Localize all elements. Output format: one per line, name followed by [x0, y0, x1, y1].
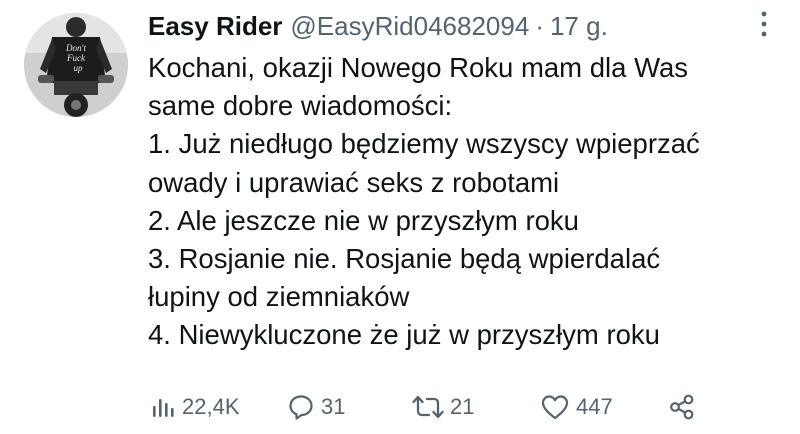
- like-count: 447: [576, 394, 613, 419]
- heart-icon: [541, 395, 569, 420]
- tweet-text-line: same dobre wiadomości:: [148, 90, 453, 122]
- tweet-text-line: 2. Ale jeszcze nie w przyszłym roku: [148, 204, 579, 236]
- reply-button[interactable]: 31: [287, 392, 345, 422]
- tweet-text-line: owady i uprawiać seks z robotami: [148, 166, 560, 198]
- reply-count: 31: [321, 394, 346, 419]
- like-button[interactable]: 447: [540, 392, 613, 422]
- tweet-text-line: Kochani, okazji Nowego Roku mam dla Was: [148, 52, 689, 83]
- views-button[interactable]: 22,4K: [150, 392, 240, 422]
- more-options-button[interactable]: [752, 10, 776, 38]
- svg-text:Don't: Don't: [65, 43, 86, 53]
- tweet: Don't Fuck up Easy Rider @EasyRid0468209…: [0, 0, 800, 434]
- more-vertical-icon: [761, 11, 767, 37]
- avatar-image: Don't Fuck up: [24, 13, 128, 117]
- views-count: 22,4K: [182, 394, 240, 419]
- tweet-text-line: 4. Niewykluczone że już w przyszłym roku: [148, 319, 660, 351]
- share-icon: [670, 394, 694, 420]
- svg-text:up: up: [74, 63, 84, 73]
- user-handle[interactable]: @EasyRid04682094: [290, 8, 529, 44]
- tweet-text-line: łupiny od ziemniaków: [148, 281, 410, 313]
- retweet-button[interactable]: 21: [412, 392, 474, 422]
- share-button[interactable]: [668, 392, 696, 422]
- tweet-actions: 22,4K 31 21 447: [150, 392, 710, 422]
- svg-text:Fuck: Fuck: [66, 53, 86, 63]
- tweet-text-line: 3. Rosjanie nie. Rosjanie będą wpierdala…: [148, 243, 661, 275]
- tweet-text-line: 1. Już niedługo będziemy wszyscy wpieprz…: [148, 128, 700, 160]
- separator-dot: ·: [535, 11, 544, 41]
- avatar[interactable]: Don't Fuck up: [24, 13, 128, 117]
- analytics-icon: [153, 399, 174, 417]
- reply-icon: [289, 395, 313, 420]
- retweet-count: 21: [450, 394, 475, 419]
- tweet-text: Kochani, okazji Nowego Roku mam dla Was …: [148, 49, 788, 355]
- timestamp[interactable]: 17 g.: [550, 8, 608, 44]
- retweet-icon: [412, 395, 444, 419]
- tweet-header: Easy Rider @EasyRid04682094 · 17 g.: [148, 8, 608, 44]
- display-name[interactable]: Easy Rider: [148, 8, 282, 44]
